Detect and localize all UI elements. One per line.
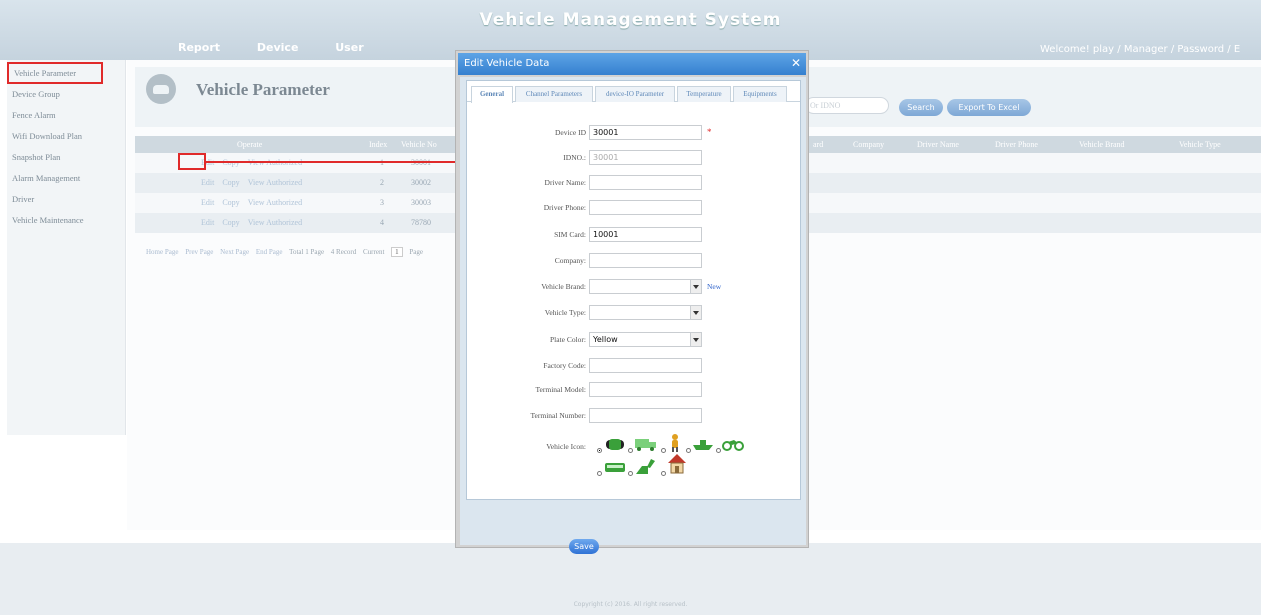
field-driver-name: Driver Name: [467,175,800,192]
car-icon[interactable] [604,436,626,452]
factory-code-input[interactable] [589,358,702,373]
motorcycle-icon[interactable] [722,437,744,451]
field-terminal-model: Terminal Model: [467,382,800,399]
terminal-number-label: Terminal Number: [530,411,587,420]
radio-truck[interactable] [628,448,633,453]
vehicle-icon-picker [589,433,749,483]
field-company: Company: [467,253,800,270]
bus-icon[interactable] [604,461,626,475]
idno-label: IDNO.: [563,153,586,162]
tab-temperature[interactable]: Temperature [677,86,731,102]
driver-name-label: Driver Name: [544,178,586,187]
radio-excavator[interactable] [628,471,633,476]
field-terminal-number: Terminal Number: [467,408,800,425]
radio-house[interactable] [661,471,666,476]
field-vehicle-type: Vehicle Type: [467,305,800,322]
driver-phone-label: Driver Phone: [543,203,586,212]
sim-card-label: SIM Card: [554,230,586,239]
vehicle-icon-label: Vehicle Icon: [546,442,586,451]
vehicle-type-label: Vehicle Type: [544,308,586,317]
chevron-down-icon[interactable] [690,306,701,319]
sim-card-input[interactable]: 10001 [589,227,702,242]
dialog-body: General Channel Parameters device-IO Par… [460,77,806,554]
dialog-titlebar[interactable]: Edit Vehicle Data ✕ [458,53,806,75]
new-brand-link[interactable]: New [707,282,721,291]
factory-code-label: Factory Code: [543,361,586,370]
person-icon[interactable] [669,433,681,453]
vehicle-brand-select[interactable] [589,279,702,294]
field-device-id: Device ID 30001 * [467,125,800,142]
radio-motorcycle[interactable] [716,448,721,453]
field-factory-code: Factory Code: [467,358,800,375]
edit-vehicle-dialog: Edit Vehicle Data ✕ General Channel Para… [455,50,809,554]
idno-input[interactable]: 30001 [589,150,702,165]
radio-car[interactable] [597,448,602,453]
truck-icon[interactable] [634,436,658,452]
close-icon[interactable]: ✕ [791,56,801,70]
company-input[interactable] [589,253,702,268]
field-sim-card: SIM Card: 10001 [467,227,800,244]
field-vehicle-brand: Vehicle Brand: New [467,279,800,296]
dialog-title: Edit Vehicle Data [464,58,550,69]
driver-phone-input[interactable] [589,200,702,215]
driver-name-input[interactable] [589,175,702,190]
vehicle-type-select[interactable] [589,305,702,320]
plate-color-label: Plate Color: [549,335,586,344]
field-driver-phone: Driver Phone: [467,200,800,217]
field-plate-color: Plate Color: Yellow [467,332,800,349]
radio-bus[interactable] [597,471,602,476]
tab-general[interactable]: General [471,86,513,103]
tab-bar: General Channel Parameters device-IO Par… [467,86,800,103]
terminal-number-input[interactable] [589,408,702,423]
device-id-label: Device ID [554,128,586,137]
tab-equipments[interactable]: Equipments [733,86,787,102]
field-idno: IDNO.: 30001 [467,150,800,167]
terminal-model-input[interactable] [589,382,702,397]
chevron-down-icon[interactable] [690,280,701,293]
boat-icon[interactable] [692,437,714,451]
plate-color-select[interactable]: Yellow [589,332,702,347]
dialog-panel: General Channel Parameters device-IO Par… [466,80,801,500]
device-id-input[interactable]: 30001 [589,125,702,140]
house-icon[interactable] [667,453,687,475]
excavator-icon[interactable] [634,456,656,476]
chevron-down-icon[interactable] [690,333,701,346]
terminal-model-label: Terminal Model: [535,385,586,394]
required-marker: * [707,127,712,137]
vehicle-brand-label: Vehicle Brand: [541,282,586,291]
tab-channel-parameters[interactable]: Channel Parameters [515,86,593,102]
company-label: Company: [554,256,586,265]
tab-device-io-parameter[interactable]: device-IO Parameter [595,86,675,102]
radio-person[interactable] [661,448,666,453]
save-button[interactable]: Save [569,539,599,554]
